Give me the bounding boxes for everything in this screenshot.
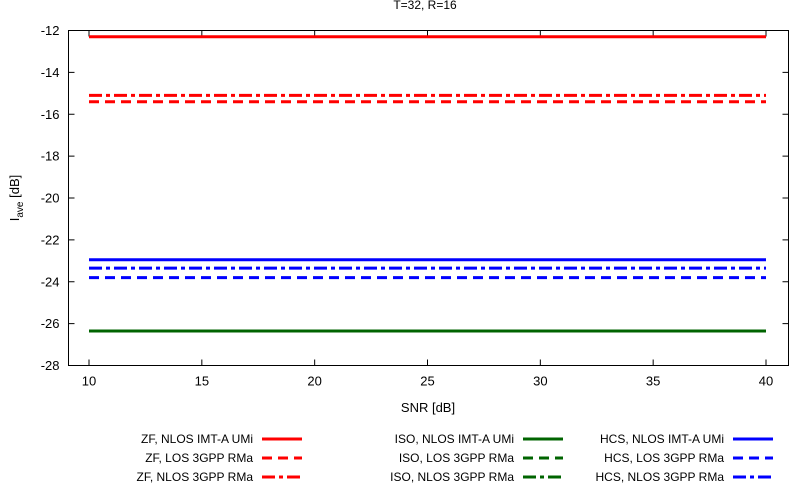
x-tick-label: 25 (420, 374, 434, 389)
y-tick-label: -26 (41, 316, 60, 331)
chart-title: T=32, R=16 (393, 0, 457, 12)
y-axis-label-unit: [dB] (7, 175, 22, 202)
y-tick-label: -28 (41, 358, 60, 373)
y-axis-label-subscript: ave (15, 201, 26, 218)
legend-label: ZF, LOS 3GPP RMa (145, 451, 253, 465)
legend-label: HCS, NLOS IMT-A UMi (600, 432, 724, 446)
legend-label: ZF, NLOS IMT-A UMi (141, 432, 253, 446)
legend: ZF, NLOS IMT-A UMi ZF, LOS 3GPP RMa ZF, NL… (137, 432, 773, 484)
legend-label: ISO, LOS 3GPP RMa (399, 451, 514, 465)
y-tick-label: -20 (41, 191, 60, 206)
x-axis-label: SNR [dB] (401, 400, 455, 415)
y-tick-label: -14 (41, 65, 60, 80)
y-tick-label: -12 (41, 23, 60, 38)
y-tick-label: -18 (41, 149, 60, 164)
y-tick-label: -16 (41, 107, 60, 122)
plot-area-frame (68, 30, 789, 366)
legend-label: ISO, NLOS IMT-A UMi (395, 432, 514, 446)
x-tick-label: 10 (82, 374, 96, 389)
x-tick-label: 40 (759, 374, 773, 389)
series-lines (89, 35, 766, 333)
legend-label: HCS, NLOS 3GPP RMa (596, 470, 725, 484)
legend-label: ISO, NLOS 3GPP RMa (390, 470, 514, 484)
axis-ticks: -28 -26 -24 -22 -20 -18 -16 -14 -12 10 15 20 25 30 35 4… (41, 23, 789, 389)
x-tick-label: 20 (307, 374, 321, 389)
y-tick-label: -22 (41, 232, 60, 247)
legend-label: ZF, NLOS 3GPP RMa (137, 470, 254, 484)
x-tick-label: 15 (195, 374, 209, 389)
x-tick-label: 35 (646, 374, 660, 389)
legend-label: HCS, LOS 3GPP RMa (604, 451, 724, 465)
x-tick-label: 30 (533, 374, 547, 389)
y-axis-label: Iave [dB] (7, 175, 26, 222)
y-tick-label: -24 (41, 274, 60, 289)
line-chart: T=32, R=16 -28 -26 -24 -22 -20 -18 -16 -14 -12 10… (7, 0, 789, 484)
